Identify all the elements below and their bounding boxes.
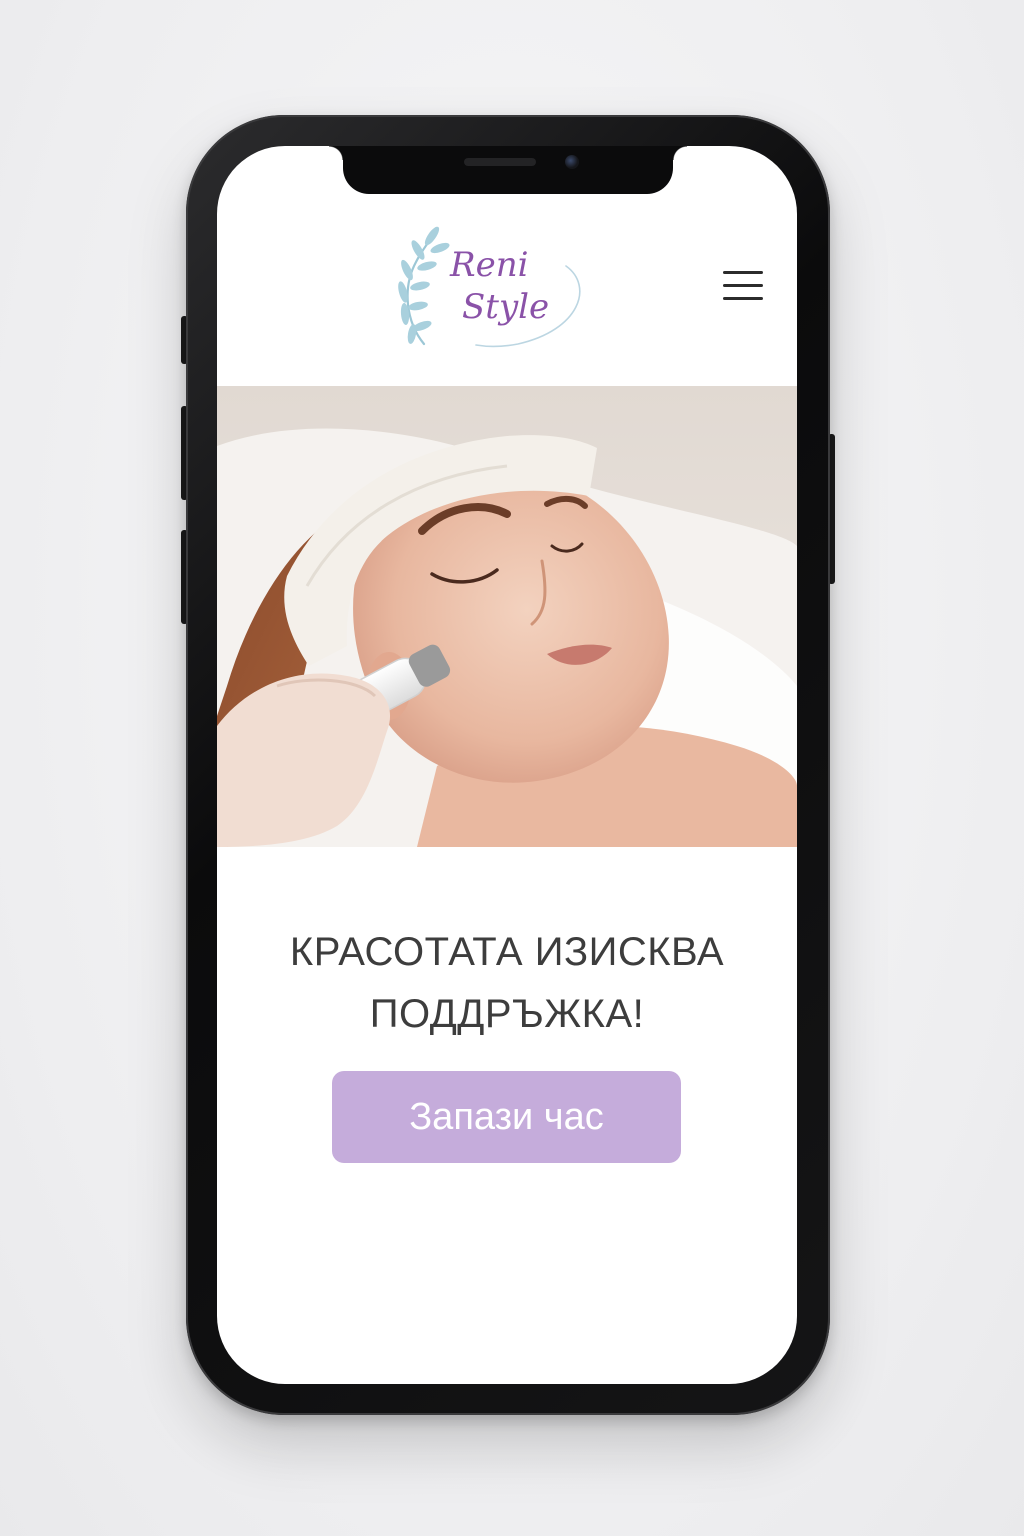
- hero-image: [217, 386, 797, 847]
- site-header: Reni Style: [217, 226, 797, 366]
- hamburger-menu-icon[interactable]: [719, 267, 765, 305]
- facial-treatment-photo: [217, 386, 797, 847]
- camera-icon: [565, 155, 579, 169]
- phone-notch: [329, 146, 687, 194]
- headline-line-2: ПОДДРЪЖКА!: [369, 991, 645, 1036]
- logo-text-style: Style: [462, 287, 550, 327]
- menu-bar-top: [723, 271, 763, 274]
- speaker-grille: [464, 158, 536, 166]
- menu-bar-bottom: [723, 297, 763, 300]
- brand-logo[interactable]: Reni Style: [380, 226, 594, 356]
- menu-bar-middle: [723, 284, 763, 287]
- page-headline: КРАСОТАТА ИЗИСКВА ПОДДРЪЖКА!: [217, 921, 797, 1045]
- phone-screen: Reni Style КРАСОТАТА ИЗИСКВА ПОДДРЪЖКА! …: [217, 146, 797, 1384]
- book-appointment-button[interactable]: Запази час: [332, 1071, 681, 1163]
- logo-text-reni: Reni: [450, 245, 529, 285]
- mockup-stage: Reni Style КРАСОТАТА ИЗИСКВА ПОДДРЪЖКА! …: [0, 0, 1024, 1536]
- headline-line-1: КРАСОТАТА ИЗИСКВА: [289, 929, 725, 974]
